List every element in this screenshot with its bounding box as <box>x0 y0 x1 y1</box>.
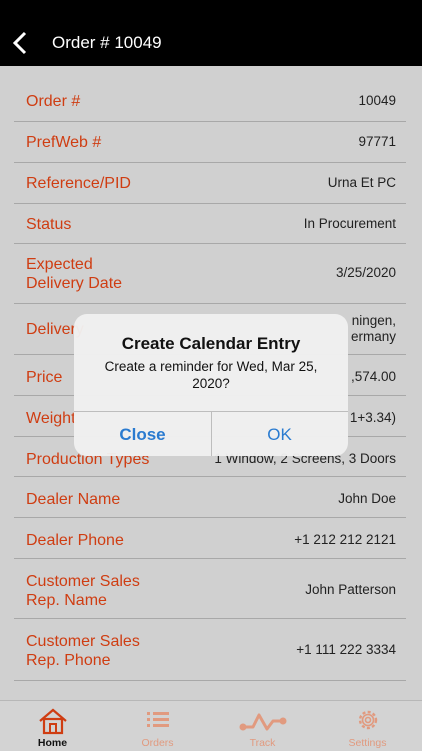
alert-button-bar: Close OK <box>74 411 348 456</box>
tab-bar: Home Orders Track Settings <box>0 700 422 751</box>
list-icon <box>146 712 169 727</box>
ok-button[interactable]: OK <box>211 412 348 456</box>
tab-label: Track <box>249 737 276 749</box>
close-button[interactable]: Close <box>74 412 212 456</box>
tab-track[interactable]: Track <box>210 701 315 751</box>
track-icon <box>239 713 286 731</box>
tab-settings[interactable]: Settings <box>315 701 420 751</box>
tab-label: Orders <box>141 737 174 749</box>
home-icon <box>38 708 67 735</box>
alert-title: Create Calendar Entry <box>121 334 301 353</box>
tab-label: Settings <box>348 737 387 749</box>
calendar-alert-dialog: Create Calendar Entry Create a reminder … <box>74 314 348 456</box>
alert-message: Create a reminder for Wed, Mar 25, 2020? <box>104 359 318 391</box>
gear-icon <box>358 710 377 730</box>
tab-label: Home <box>37 737 68 749</box>
tab-orders[interactable]: Orders <box>105 701 210 751</box>
tab-home[interactable]: Home <box>0 701 105 751</box>
